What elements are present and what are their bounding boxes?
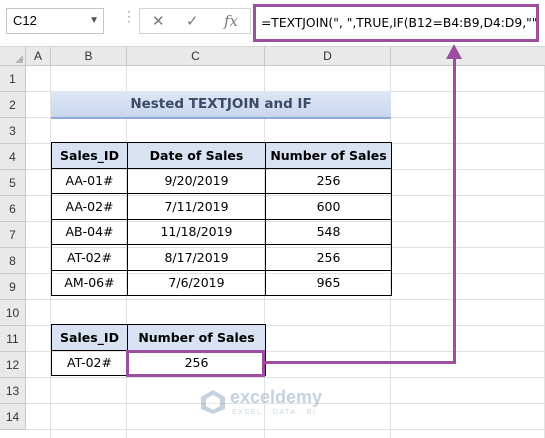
row-header-1[interactable]: 1 [0, 66, 26, 92]
cell-number[interactable]: 256 [265, 244, 392, 271]
table-row: AT-02# 8/17/2019 256 [51, 244, 392, 271]
row-header-13[interactable]: 13 [0, 378, 26, 404]
row-header-5[interactable]: 5 [0, 170, 26, 196]
row-header-7[interactable]: 7 [0, 222, 26, 248]
cell-number[interactable]: 600 [265, 193, 392, 220]
row-header-4[interactable]: 4 [0, 144, 26, 170]
lookup-header-number-of-sales[interactable]: Number of Sales [127, 324, 266, 351]
header-number-of-sales[interactable]: Number of Sales [265, 142, 392, 169]
cancel-icon[interactable]: ✕ [152, 12, 165, 30]
cell-sales-id[interactable]: AA-01# [51, 167, 128, 194]
arrow-up-icon [446, 44, 462, 59]
cell-sales-id[interactable]: AT-02# [51, 244, 128, 271]
cell-date[interactable]: 7/11/2019 [127, 193, 266, 220]
cell-sales-id[interactable]: AA-02# [51, 193, 128, 220]
formula-input[interactable]: =TEXTJOIN(", ",TRUE,IF(B12=B4:B9,D4:D9,"… [253, 4, 539, 42]
logo-icon [201, 390, 225, 414]
row-header-9[interactable]: 9 [0, 274, 26, 300]
row-header-2[interactable]: 2 [0, 92, 26, 118]
table-row: AB-04# 11/18/2019 548 [51, 218, 392, 245]
confirm-icon[interactable]: ✓ [186, 12, 199, 30]
row-header-6[interactable]: 6 [0, 196, 26, 222]
cell-sales-id[interactable]: AB-04# [51, 218, 128, 245]
row-header-8[interactable]: 8 [0, 248, 26, 274]
header-sales-id[interactable]: Sales_ID [51, 142, 128, 169]
name-box[interactable]: C12 ▼ [6, 8, 104, 34]
row-header-14[interactable]: 14 [0, 404, 26, 430]
cell-date[interactable]: 11/18/2019 [127, 218, 266, 245]
row-header-11[interactable]: 11 [0, 326, 26, 352]
column-header-empty [391, 47, 545, 66]
connector-line [265, 361, 456, 364]
gridline [26, 377, 545, 378]
header-date-of-sales[interactable]: Date of Sales [127, 142, 266, 169]
page-title: Nested TEXTJOIN and IF [51, 91, 391, 119]
gridline [26, 299, 545, 300]
lookup-header-sales-id[interactable]: Sales_ID [51, 324, 128, 351]
column-header-d[interactable]: D [265, 47, 391, 66]
table-row: AA-02# 7/11/2019 600 [51, 193, 392, 220]
formula-buttons: ✕ ✓ fx [139, 8, 251, 34]
chevron-down-icon[interactable]: ▼ [89, 9, 99, 33]
cell-date[interactable]: 7/6/2019 [127, 269, 266, 296]
column-header-b[interactable]: B [51, 47, 127, 66]
table-row: AA-01# 9/20/2019 256 [51, 167, 392, 194]
select-all-corner[interactable] [0, 47, 26, 66]
gridline [26, 429, 545, 430]
cell-date[interactable]: 8/17/2019 [127, 244, 266, 271]
connector-line [453, 58, 456, 364]
name-box-value: C12 [13, 13, 37, 28]
watermark-logo: exceldemy EXCEL · DATA · BI [200, 387, 350, 427]
drag-handle-icon[interactable]: ⋮ [122, 8, 136, 25]
cell-date[interactable]: 9/20/2019 [127, 167, 266, 194]
table-row: AM-06# 7/6/2019 965 [51, 269, 392, 296]
lookup-sales-id-cell[interactable]: AT-02# [51, 349, 128, 376]
watermark-tagline: EXCEL · DATA · BI [232, 409, 317, 416]
cell-sales-id[interactable]: AM-06# [51, 269, 128, 296]
watermark-name: exceldemy [230, 387, 323, 407]
fx-icon[interactable]: fx [224, 12, 238, 30]
cell-number[interactable]: 548 [265, 218, 392, 245]
result-highlight [126, 350, 265, 377]
column-header-a[interactable]: A [26, 47, 51, 66]
column-header-c[interactable]: C [127, 47, 265, 66]
cell-number[interactable]: 256 [265, 167, 392, 194]
row-header-10[interactable]: 10 [0, 300, 26, 326]
row-header-12[interactable]: 12 [0, 352, 26, 378]
formula-bar: C12 ▼ ⋮ ✕ ✓ fx =TEXTJOIN(", ",TRUE,IF(B1… [0, 0, 545, 46]
cell-number[interactable]: 965 [265, 269, 392, 296]
sales-table: Sales_ID Date of Sales Number of Sales A… [51, 142, 392, 296]
row-header-3[interactable]: 3 [0, 118, 26, 144]
